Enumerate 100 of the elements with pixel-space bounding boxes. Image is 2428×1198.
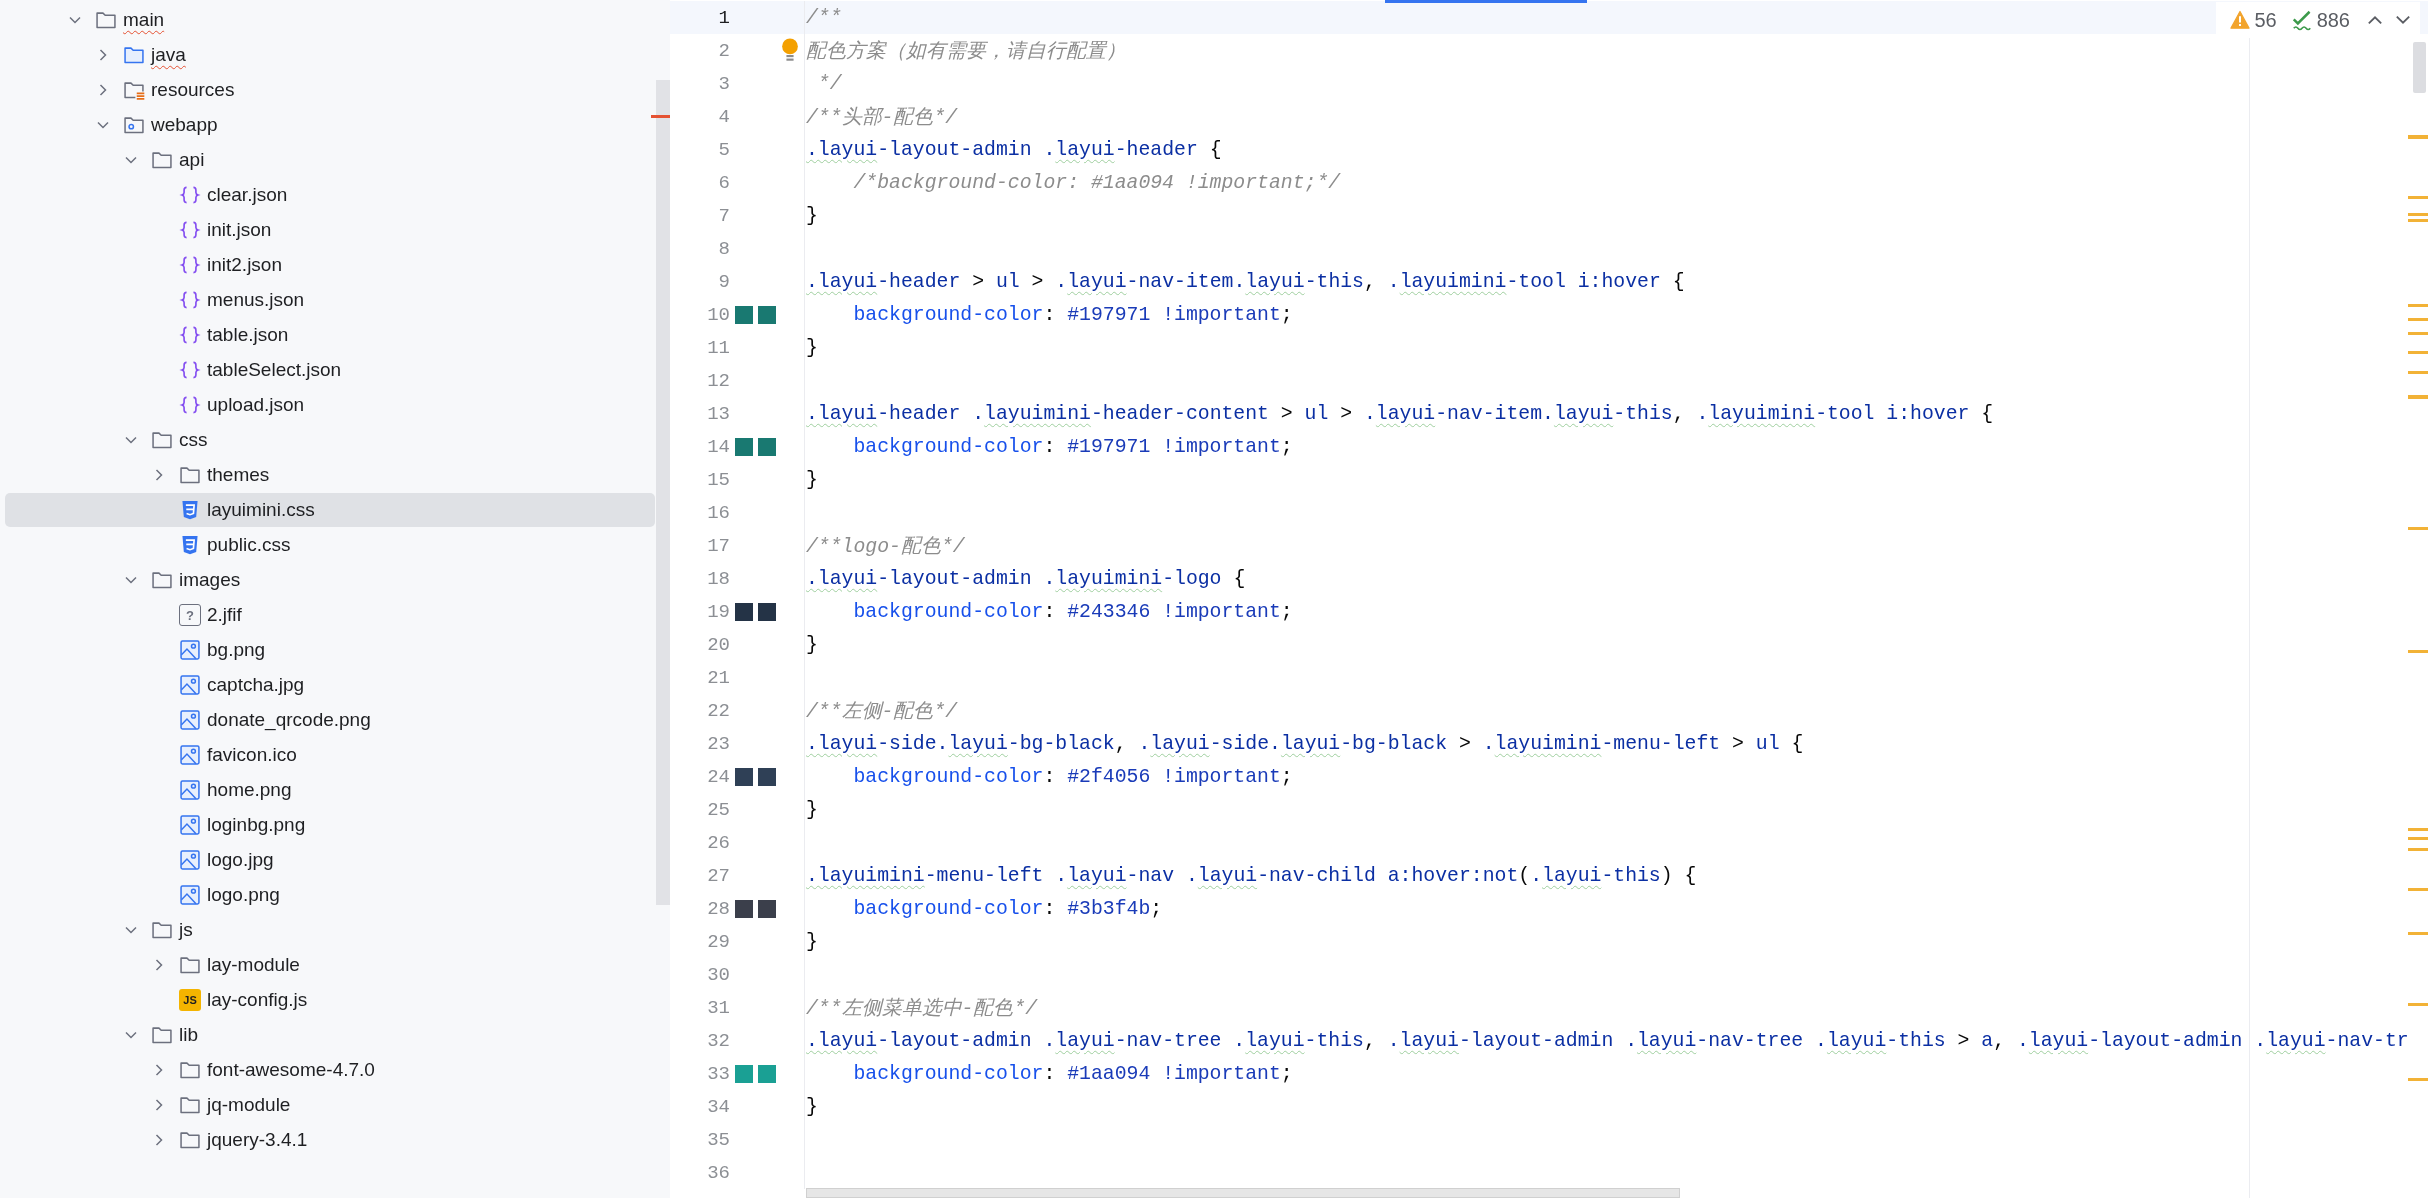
scrollbar-thumb[interactable] (656, 80, 670, 905)
code-line: .layui-header .layuimini-header-content > ul > .layui-nav-item.layui-this, .layuimini-tool i:hover { (805, 402, 1994, 425)
tree-item[interactable]: api (5, 143, 655, 177)
tree-item[interactable]: lib (5, 1018, 655, 1052)
code-line: } (805, 633, 818, 656)
color-swatch[interactable] (735, 437, 753, 456)
tree-item[interactable]: captcha.jpg (5, 668, 655, 702)
tree-item[interactable]: favicon.ico (5, 738, 655, 772)
tree-item[interactable]: js (5, 913, 655, 947)
tree-item[interactable]: upload.json (5, 388, 655, 422)
braces-icon (179, 254, 201, 276)
scrollbar-thumb[interactable] (2413, 42, 2426, 93)
line-number: 6 (717, 171, 730, 194)
tree-item[interactable]: themes (5, 458, 655, 492)
tree-item[interactable]: init.json (5, 213, 655, 247)
color-swatch[interactable] (735, 305, 753, 324)
tree-item[interactable]: layuimini.css (5, 493, 655, 527)
scrollbar-thumb[interactable] (806, 1188, 1680, 1198)
tree-item[interactable]: java (5, 38, 655, 72)
warning-count[interactable]: 56 (2254, 8, 2277, 32)
folder-icon (179, 954, 201, 976)
image-file-icon (179, 814, 201, 836)
tree-item[interactable]: logo.png (5, 878, 655, 912)
tree-item[interactable]: css (5, 423, 655, 457)
line-number: 9 (717, 270, 730, 293)
color-swatch[interactable] (758, 602, 776, 621)
color-swatch[interactable] (735, 899, 753, 918)
line-number: 8 (717, 237, 730, 260)
lightbulb-icon[interactable] (780, 37, 800, 63)
color-swatch[interactable] (735, 767, 753, 786)
code-line: background-color: #3b3f4b; (852, 897, 1163, 920)
line-number: 3 (717, 72, 730, 95)
tree-item[interactable]: jquery-3.4.1 (5, 1123, 655, 1157)
braces-icon (179, 219, 201, 241)
color-swatch[interactable] (758, 1064, 776, 1083)
color-swatch[interactable] (735, 1064, 753, 1083)
tree-item[interactable]: home.png (5, 773, 655, 807)
code-line: background-color: #197971 !important; (852, 303, 1293, 326)
code-line: /**左侧菜单选中-配色*/ (805, 996, 1038, 1021)
line-number: 19 (706, 600, 730, 623)
tree-item[interactable]: public.css (5, 528, 655, 562)
tree-item[interactable]: donate_qrcode.png (5, 703, 655, 737)
folder-icon (151, 919, 173, 941)
image-file-icon (179, 674, 201, 696)
tree-item[interactable]: JS lay-config.js (5, 983, 655, 1017)
tree-item[interactable]: menus.json (5, 283, 655, 317)
tree-item[interactable]: init2.json (5, 248, 655, 282)
tree-item[interactable]: clear.json (5, 178, 655, 212)
tree-item[interactable]: resources (5, 73, 655, 107)
tree-item[interactable]: loginbg.png (5, 808, 655, 842)
code-line: background-color: #1aa094 !important; (852, 1062, 1293, 1085)
tree-item[interactable]: ? 2.jfif (5, 598, 655, 632)
tree-item[interactable]: jq-module (5, 1088, 655, 1122)
code-line: .layui-header > ul > .layui-nav-item.layui-this, .layuimini-tool i:hover { (805, 270, 1685, 293)
tree-item[interactable]: images (5, 563, 655, 597)
color-swatch[interactable] (758, 767, 776, 786)
js-file-icon: JS (179, 989, 201, 1011)
braces-icon (179, 324, 201, 346)
line-number: 26 (706, 831, 730, 854)
image-file-icon (179, 849, 201, 871)
tree-item[interactable]: webapp (5, 108, 655, 142)
line-number: 35 (706, 1128, 730, 1151)
web-folder-icon (123, 114, 145, 136)
tree-item[interactable]: table.json (5, 318, 655, 352)
line-number: 4 (717, 105, 730, 128)
line-number: 30 (706, 963, 730, 986)
line-number: 20 (706, 633, 730, 656)
line-number: 32 (706, 1029, 730, 1052)
image-file-icon (179, 639, 201, 661)
passed-count[interactable]: 886 (2316, 8, 2350, 32)
code-line: /**头部-配色*/ (805, 105, 958, 130)
tree-item[interactable]: lay-module (5, 948, 655, 982)
line-number: 21 (706, 666, 730, 689)
line-number: 24 (706, 765, 730, 788)
color-swatch[interactable] (735, 602, 753, 621)
css-file-icon (179, 499, 201, 521)
tree-item[interactable]: main (5, 3, 655, 37)
code-line: } (805, 336, 818, 359)
code-line: } (805, 930, 818, 953)
line-number: 17 (706, 534, 730, 557)
tree-item[interactable]: font-awesome-4.7.0 (5, 1053, 655, 1087)
line-number: 29 (706, 930, 730, 953)
tree-item[interactable]: logo.jpg (5, 843, 655, 877)
braces-icon (179, 359, 201, 381)
tree-item[interactable]: tableSelect.json (5, 353, 655, 387)
check-icon[interactable] (2290, 9, 2313, 31)
line-number: 15 (706, 468, 730, 491)
line-number: 22 (706, 699, 730, 722)
tree-item[interactable]: bg.png (5, 633, 655, 667)
line-number: 33 (706, 1062, 730, 1085)
image-file-icon (179, 884, 201, 906)
code-line: } (805, 1095, 818, 1118)
folder-icon (179, 464, 201, 486)
folder-icon (95, 9, 117, 31)
code-line: /**logo-配色*/ (805, 535, 965, 559)
warning-icon[interactable] (2230, 10, 2251, 30)
line-number: 36 (706, 1161, 730, 1184)
color-swatch[interactable] (758, 437, 776, 456)
color-swatch[interactable] (758, 899, 776, 918)
color-swatch[interactable] (758, 305, 776, 324)
